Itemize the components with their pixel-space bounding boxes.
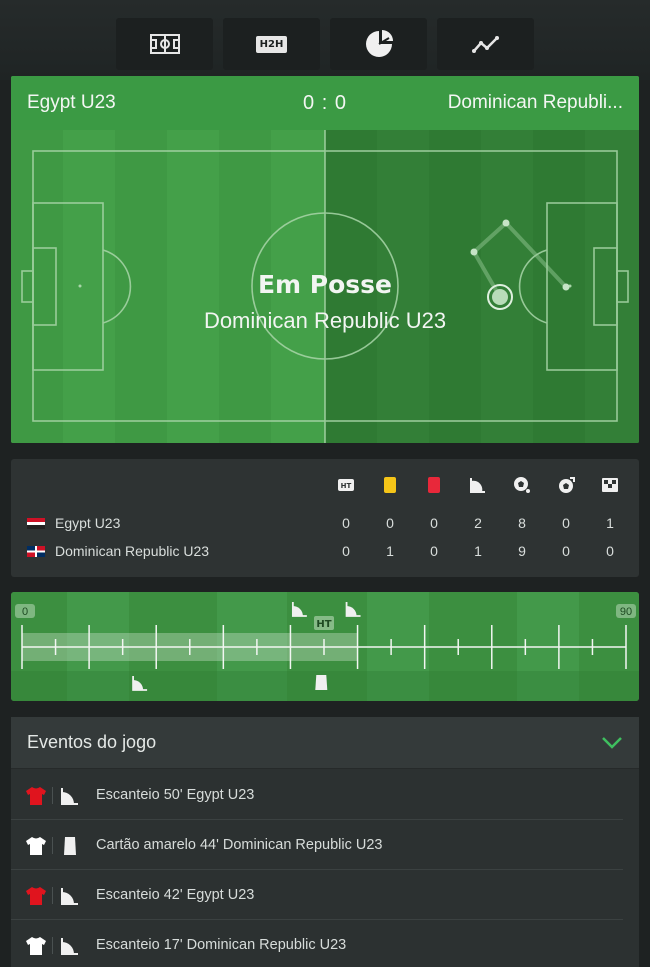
- tab-trend[interactable]: [437, 18, 534, 70]
- events-header[interactable]: Eventos do jogo: [11, 717, 639, 769]
- pitch-icon: [149, 34, 180, 54]
- timeline-graphic: 0 90 HT: [11, 592, 639, 701]
- tab-stats[interactable]: [330, 18, 427, 70]
- match-events-card: Eventos do jogo Escanteio 50' Egypt U23 …: [11, 717, 639, 967]
- possession-team: Dominican Republic U23: [203, 308, 447, 333]
- trend-line-icon: [471, 36, 499, 53]
- stat-value: 1: [386, 543, 394, 559]
- ht-marker-label: HT: [316, 619, 331, 630]
- stat-value: 1: [606, 515, 614, 531]
- home-team-name: Egypt U23: [27, 92, 116, 113]
- match-stats-card: HT Egypt U23 0 0 0 2 8 0 1 Dominican Rep…: [11, 459, 639, 577]
- red-card-icon: [424, 475, 444, 495]
- stat-value: 1: [474, 543, 482, 559]
- penalty-flag-icon: [600, 475, 620, 495]
- stat-value: 2: [474, 515, 482, 531]
- stat-value: 8: [518, 515, 526, 531]
- event-item[interactable]: Escanteio 50' Egypt U23: [11, 770, 623, 820]
- corner-flag-icon: [61, 788, 78, 805]
- stats-row-home: Egypt U23 0 0 0 2 8 0 1: [11, 513, 639, 533]
- stats-team-name: Egypt U23: [55, 515, 121, 531]
- timeline-start-label: 0: [22, 606, 28, 618]
- away-shirt-icon: [26, 837, 46, 855]
- match-timeline: 0 90 HT: [11, 592, 639, 701]
- ball-icon: [512, 475, 532, 495]
- event-text: Cartão amarelo 44' Dominican Republic U2…: [96, 837, 383, 853]
- corner-flag-icon: [61, 938, 78, 955]
- scoreboard: Egypt U23 0 : 0 Dominican Republi...: [11, 76, 639, 130]
- pie-chart-icon: [365, 30, 393, 57]
- stat-value: 0: [386, 515, 394, 531]
- h2h-label: H2H: [255, 35, 288, 53]
- stat-value: 9: [518, 543, 526, 559]
- event-item[interactable]: Escanteio 17' Dominican Republic U23: [11, 920, 623, 967]
- corner-flag-icon: [61, 888, 78, 905]
- timeline-end-label: 90: [620, 606, 632, 618]
- stat-value: 0: [606, 543, 614, 559]
- stat-value: 0: [430, 515, 438, 531]
- stat-value: 0: [342, 515, 350, 531]
- chevron-down-icon[interactable]: [601, 736, 623, 750]
- home-shirt-icon: [26, 787, 46, 805]
- stat-value: 0: [562, 515, 570, 531]
- possession-label: Em Posse: [257, 270, 393, 299]
- egypt-flag-icon: [27, 518, 45, 529]
- yellow-card-icon: [380, 475, 400, 495]
- stats-team-name: Dominican Republic U23: [55, 543, 210, 559]
- stats-row-away: Dominican Republic U23 0 1 0 1 9 0 0: [11, 541, 639, 561]
- timeline-card-icon: [315, 675, 328, 690]
- view-tabs: H2H: [116, 18, 534, 70]
- events-title: Eventos do jogo: [27, 732, 157, 752]
- stat-value: 0: [430, 543, 438, 559]
- away-shirt-icon: [26, 937, 46, 955]
- event-item[interactable]: Escanteio 42' Egypt U23: [11, 870, 623, 920]
- stat-value: 0: [342, 543, 350, 559]
- event-text: Escanteio 50' Egypt U23: [96, 787, 255, 803]
- svg-text:HT: HT: [341, 482, 352, 490]
- divider: [52, 887, 53, 904]
- tab-h2h[interactable]: H2H: [223, 18, 320, 70]
- dominican-republic-flag-icon: [27, 546, 45, 557]
- divider: [52, 937, 53, 954]
- divider: [52, 837, 53, 854]
- ht-icon: HT: [336, 475, 356, 495]
- home-shirt-icon: [26, 887, 46, 905]
- corner-flag-icon: [468, 475, 488, 495]
- tab-pitch[interactable]: [116, 18, 213, 70]
- event-text: Escanteio 42' Egypt U23: [96, 887, 255, 903]
- event-item[interactable]: Cartão amarelo 44' Dominican Republic U2…: [11, 820, 623, 870]
- ball-goal-icon: [556, 475, 576, 495]
- away-team-name: Dominican Republi...: [447, 92, 623, 113]
- stat-value: 0: [562, 543, 570, 559]
- divider: [52, 787, 53, 804]
- yellow-card-icon: [64, 837, 76, 855]
- event-text: Escanteio 17' Dominican Republic U23: [96, 937, 347, 953]
- live-pitch-card: Egypt U23 0 : 0 Dominican Republi... Em …: [11, 76, 639, 443]
- stats-header: HT: [11, 475, 639, 495]
